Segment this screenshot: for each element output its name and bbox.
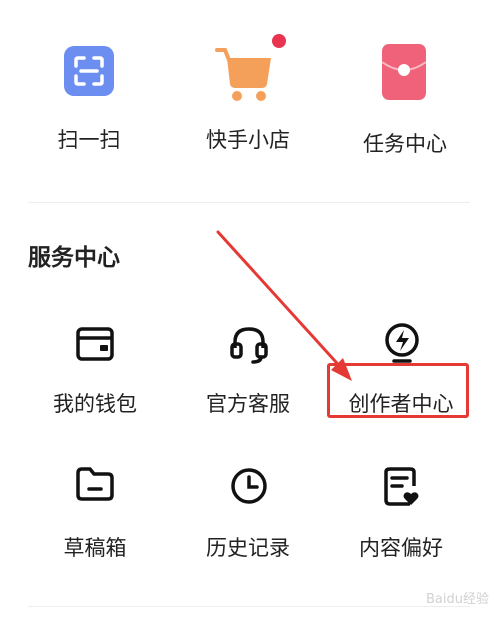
watermark: Baidu经验 bbox=[426, 592, 489, 607]
highlight-box bbox=[327, 363, 469, 418]
annotation-arrow bbox=[216, 230, 352, 381]
